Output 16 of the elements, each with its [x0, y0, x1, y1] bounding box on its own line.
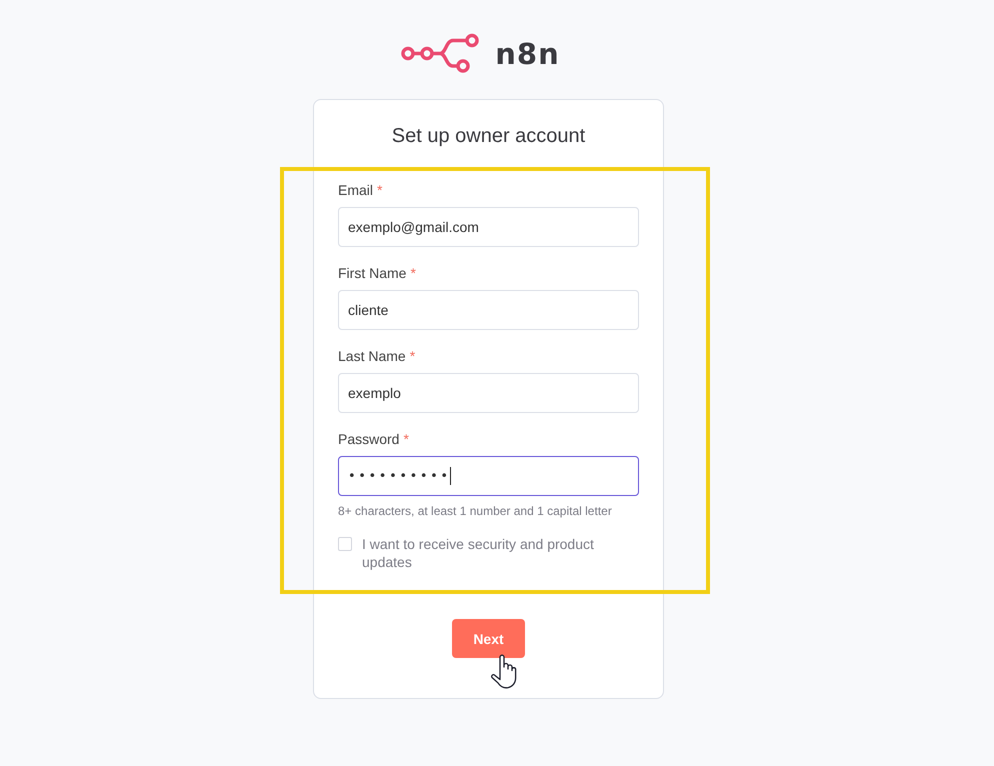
field-label: Last Name * — [338, 347, 416, 365]
pointer-hand-icon — [490, 654, 517, 689]
input-field[interactable]: exemplo — [338, 373, 639, 413]
text-cursor-icon — [450, 467, 451, 485]
field-label: Password * — [338, 430, 410, 448]
input-field[interactable]: cliente — [338, 290, 639, 330]
input-field[interactable]: •••••••••• — [338, 456, 639, 496]
input-field[interactable]: exemplo@gmail.com — [338, 207, 639, 247]
checkbox[interactable] — [338, 537, 352, 551]
password-hint: 8+ characters, at least 1 number and 1 capital letter — [338, 503, 613, 519]
field-label: First Name * — [338, 264, 417, 282]
logo-icon — [401, 33, 480, 74]
checkbox-label: I want to receive security and product updates — [362, 535, 595, 571]
logo-wordmark: n8n — [495, 36, 560, 72]
card-title: Set up owner account — [390, 124, 586, 149]
field-label: Email * — [338, 181, 384, 199]
